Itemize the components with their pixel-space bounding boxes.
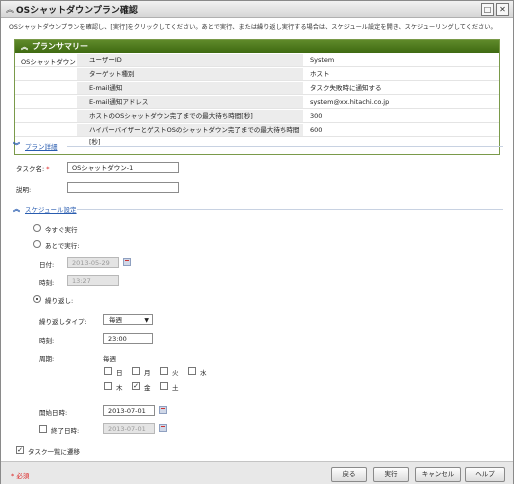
summary-row: E-mail通知アドレス system@xx.hitachi.co.jp (15, 96, 499, 109)
expand-chevron-icon[interactable]: ︾ (13, 141, 20, 151)
summary-row: ユーザーID System (15, 54, 499, 67)
summary-value: 600 (310, 126, 323, 134)
summary-key: ハイパーバイザーとゲストOSのシャットダウン完了までの最大待ち時間[秒] (77, 124, 303, 146)
calendar-icon[interactable] (159, 406, 167, 414)
plan-summary-title: プランサマリー (32, 42, 88, 51)
run-later-label: あとで実行: (45, 242, 80, 250)
time-label: 時刻: (39, 279, 55, 287)
section-divider (67, 146, 503, 147)
run-now-radio[interactable] (33, 224, 41, 232)
execute-button[interactable]: 実行 (373, 467, 409, 482)
date-input[interactable]: 2013-05-29 (67, 257, 119, 268)
summary-key: ホストのOSシャットダウン完了までの最大待ち時間[秒] (77, 110, 303, 122)
day-checkbox-fri[interactable]: ✓ (132, 382, 140, 390)
summary-key: E-mail通知 (77, 82, 303, 94)
close-button[interactable]: ✕ (496, 3, 509, 16)
collapse-chevron-icon[interactable]: ︽ (6, 4, 14, 15)
calendar-icon[interactable] (159, 424, 167, 432)
help-button[interactable]: ヘルプ (465, 467, 505, 482)
repeat-type-value: 毎週 (109, 316, 122, 324)
repeat-type-label: 繰り返しタイプ: (39, 318, 87, 326)
summary-row: E-mail通知 タスク失敗時に通知する (15, 82, 499, 95)
run-later-radio[interactable] (33, 240, 41, 248)
plan-summary-panel: ︽ プランサマリー OSシャットダウン ユーザーID System ターゲット種別… (14, 39, 500, 155)
dropdown-arrow-icon: ▼ (144, 317, 149, 324)
required-mark: * (46, 165, 50, 173)
day-checkbox-mon[interactable] (132, 367, 140, 375)
plan-summary-header[interactable]: ︽ プランサマリー (15, 40, 499, 53)
required-note: * 必須 (11, 472, 30, 480)
collapse-chevron-icon: ︽ (21, 43, 28, 51)
day-label-sun: 日 (116, 369, 123, 377)
day-label-sat: 土 (172, 384, 179, 392)
window-title: OSシャットダウンプラン確認 (16, 6, 138, 16)
schedule-settings-link[interactable]: スケジュール設定 (25, 204, 77, 214)
day-checkbox-sun[interactable] (104, 367, 112, 375)
repeat-time-input[interactable]: 23:00 (103, 333, 153, 344)
day-label-wed: 水 (200, 369, 207, 377)
date-label: 日付: (39, 261, 55, 269)
time-input[interactable]: 13:27 (67, 275, 119, 286)
summary-value: system@xx.hitachi.co.jp (310, 98, 390, 106)
repeat-label: 繰り返し: (45, 297, 74, 305)
end-datetime-checkbox[interactable] (39, 425, 47, 433)
day-checkbox-tue[interactable] (160, 367, 168, 375)
day-checkbox-thu[interactable] (104, 382, 112, 390)
plan-confirm-dialog: ︽ OSシャットダウンプラン確認 □ ✕ OSシャットダウンプランを確認し、[実… (0, 0, 514, 484)
day-label-mon: 月 (144, 369, 151, 377)
description-input[interactable] (67, 182, 179, 193)
dialog-footer: * 必須 戻る 実行 キャンセル ヘルプ (1, 461, 513, 484)
title-bar: ︽ OSシャットダウンプラン確認 □ ✕ (1, 1, 513, 18)
start-date-input[interactable]: 2013-07-01 (103, 405, 155, 416)
task-name-input[interactable]: OSシャットダウン-1 (67, 162, 179, 173)
day-checkbox-sat[interactable] (160, 382, 168, 390)
plan-details-link[interactable]: プラン詳細 (25, 141, 58, 151)
summary-value: System (310, 56, 335, 64)
day-label-thu: 木 (116, 384, 123, 392)
goto-task-list-label: タスク一覧に遷移 (28, 448, 80, 456)
calendar-icon[interactable] (123, 258, 131, 266)
period-value: 毎週 (103, 355, 116, 363)
repeat-type-select[interactable]: 毎週 ▼ (103, 314, 153, 325)
cancel-button[interactable]: キャンセル (415, 467, 461, 482)
summary-row: ターゲット種別 ホスト (15, 68, 499, 81)
maximize-button[interactable]: □ (481, 3, 494, 16)
run-now-label: 今すぐ実行 (45, 226, 78, 234)
end-date-input[interactable]: 2013-07-01 (103, 423, 155, 434)
summary-value: 300 (310, 112, 323, 120)
repeat-radio[interactable] (33, 295, 41, 303)
summary-value: ホスト (310, 70, 330, 78)
section-divider (77, 209, 503, 210)
day-label-tue: 火 (172, 369, 179, 377)
summary-row: ホストのOSシャットダウン完了までの最大待ち時間[秒] 300 (15, 110, 499, 123)
summary-row: ハイパーバイザーとゲストOSのシャットダウン完了までの最大待ち時間[秒] 600 (15, 124, 499, 146)
day-checkbox-wed[interactable] (188, 367, 196, 375)
summary-key: ユーザーID (77, 54, 303, 66)
collapse-chevron-icon[interactable]: ︽ (13, 204, 20, 214)
back-button[interactable]: 戻る (331, 467, 367, 482)
start-datetime-label: 開始日時: (39, 409, 68, 417)
description-label: 説明: (16, 186, 32, 194)
day-label-fri: 金 (144, 384, 151, 392)
summary-key: E-mail通知アドレス (77, 96, 303, 108)
summary-key: ターゲット種別 (77, 68, 303, 80)
goto-task-list-checkbox[interactable]: ✓ (16, 446, 24, 454)
task-name-label: タスク名: * (16, 165, 50, 173)
repeat-time-label: 時刻: (39, 337, 55, 345)
end-datetime-label: 終了日時: (51, 427, 80, 435)
summary-value: タスク失敗時に通知する (310, 84, 382, 92)
instruction-text: OSシャットダウンプランを確認し、[実行]をクリックしてください。あとで実行、ま… (9, 24, 497, 31)
period-label: 周期: (39, 355, 55, 363)
